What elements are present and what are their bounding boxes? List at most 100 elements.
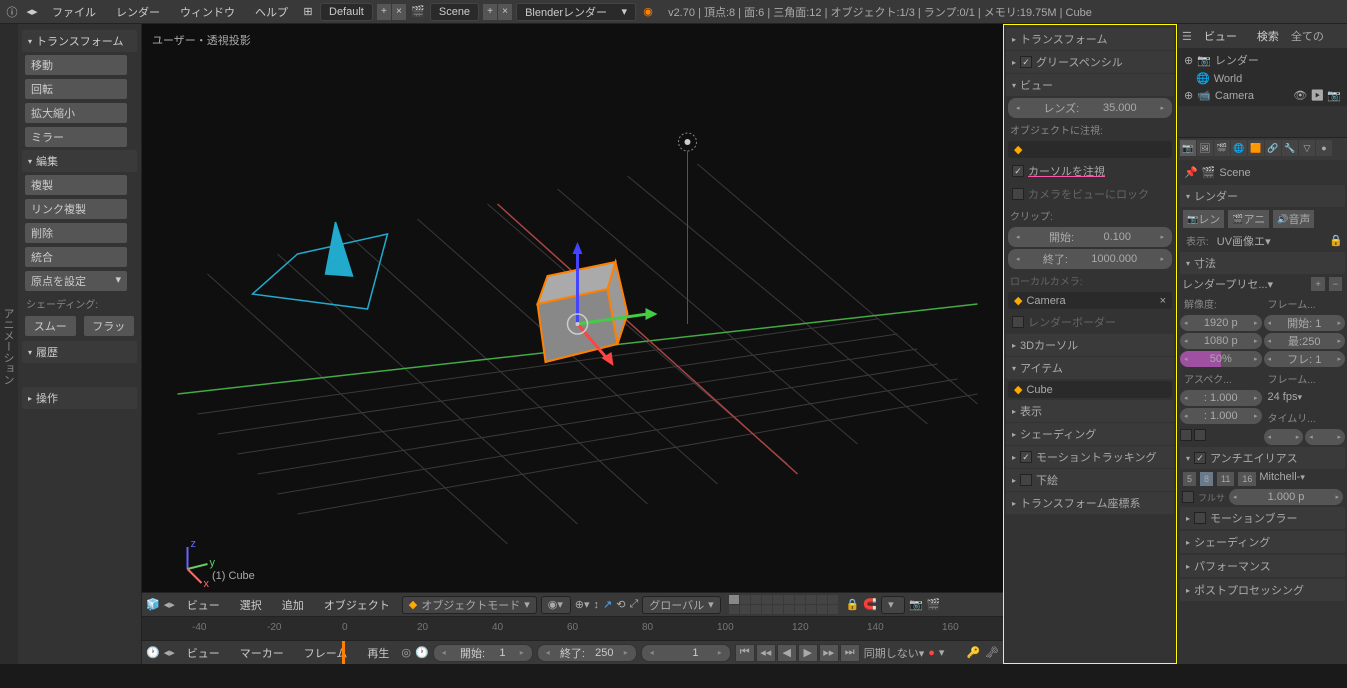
keying-set[interactable]: ▾: [939, 646, 963, 659]
fps-select[interactable]: 24 fps▾: [1264, 390, 1346, 406]
res-y[interactable]: 1080 p: [1180, 333, 1262, 349]
aa-11[interactable]: 11: [1216, 471, 1235, 487]
delete-button[interactable]: 削除: [24, 222, 128, 244]
clip-start[interactable]: 開始:0.100: [1008, 227, 1172, 247]
motion-check[interactable]: [1020, 451, 1032, 463]
scene-add[interactable]: +: [483, 4, 497, 20]
frame-start[interactable]: 開始:1: [433, 644, 533, 662]
anim-tab[interactable]: 🎬アニ: [1227, 209, 1270, 229]
tl-collapse-icon[interactable]: ◂▸: [164, 646, 175, 659]
autokey-icon[interactable]: ●: [928, 647, 935, 659]
aa-filter[interactable]: Mitchell-▾: [1259, 471, 1343, 487]
join-button[interactable]: 統合: [24, 246, 128, 268]
tree-camera[interactable]: ⊕📹Camera👁 ▶ 📷: [1180, 87, 1345, 104]
clock-icon[interactable]: 🕐: [415, 646, 429, 659]
transform-panel-header[interactable]: トランスフォーム: [22, 30, 137, 52]
preset-select[interactable]: レンダープリセ...▾: [1182, 276, 1308, 292]
old-map[interactable]: [1264, 429, 1304, 445]
render-section[interactable]: レンダー: [1180, 185, 1345, 207]
perf-section[interactable]: パフォーマンス: [1180, 555, 1345, 577]
np-bgimg[interactable]: 下絵: [1006, 469, 1174, 491]
jump-end-icon[interactable]: ⏭: [840, 644, 860, 662]
np-item[interactable]: アイテム: [1006, 357, 1174, 379]
local-cam-field[interactable]: ◆Camera×: [1008, 292, 1172, 309]
res-percent[interactable]: 50%: [1180, 351, 1262, 367]
frame-end[interactable]: 最:250: [1264, 333, 1346, 349]
link-duplicate-button[interactable]: リンク複製: [24, 198, 128, 220]
range-icon[interactable]: ◎: [401, 646, 411, 659]
play-rev-icon[interactable]: ◀: [777, 644, 797, 662]
tl-view[interactable]: ビュー: [179, 645, 228, 661]
operator-panel-header[interactable]: 操作: [22, 387, 137, 409]
layout-select[interactable]: Default: [320, 3, 373, 21]
menu-render[interactable]: レンダー: [108, 4, 168, 20]
tab-world-icon[interactable]: 🌐: [1231, 140, 1247, 156]
np-transform[interactable]: トランスフォーム: [1006, 28, 1174, 50]
tab-scene-icon[interactable]: 🎬: [1214, 140, 1230, 156]
editor-type-icon[interactable]: 🧊: [146, 598, 160, 611]
move-button[interactable]: 移動: [24, 54, 128, 76]
scale-button[interactable]: 拡大縮小: [24, 102, 128, 124]
play-icon[interactable]: ▶: [798, 644, 818, 662]
snap-type[interactable]: ▾: [881, 596, 905, 614]
outliner-view[interactable]: ビュー: [1196, 28, 1245, 44]
tl-playback[interactable]: 再生: [359, 645, 397, 661]
manipulator-icon[interactable]: ↕: [594, 599, 600, 611]
np-motion[interactable]: モーショントラッキング: [1006, 446, 1174, 468]
tab-data-icon[interactable]: ▽: [1299, 140, 1315, 156]
outliner-search[interactable]: 検索: [1249, 28, 1287, 44]
mblur-check[interactable]: [1194, 512, 1206, 524]
lens-field[interactable]: レンズ:35.000: [1008, 98, 1172, 118]
frame-step[interactable]: フレ: 1: [1264, 351, 1346, 367]
info-icon[interactable]: ⓘ: [4, 4, 20, 20]
menu-window[interactable]: ウィンドウ: [172, 4, 243, 20]
manip-rot-icon[interactable]: ⟲: [616, 598, 625, 611]
keyframe-next-icon[interactable]: ▸▸: [819, 644, 839, 662]
clip-end[interactable]: 終了:1000.000: [1008, 249, 1172, 269]
manip-move-icon[interactable]: ↗: [603, 598, 612, 611]
tl-marker[interactable]: マーカー: [232, 645, 292, 661]
asp-x[interactable]: : 1.000: [1180, 390, 1262, 406]
render-border-check[interactable]: [1012, 316, 1024, 328]
timeline-editor-icon[interactable]: 🕐: [146, 646, 160, 659]
aa-check[interactable]: [1194, 452, 1206, 464]
jump-start-icon[interactable]: ⏮: [735, 644, 755, 662]
post-section[interactable]: ポストプロセッシング: [1180, 579, 1345, 601]
item-name-field[interactable]: ◆Cube: [1008, 381, 1172, 398]
new-map[interactable]: [1305, 429, 1345, 445]
tab-render-icon[interactable]: 📷: [1180, 140, 1196, 156]
menu-file[interactable]: ファイル: [44, 4, 104, 20]
layout-add[interactable]: +: [377, 4, 391, 20]
menu-select[interactable]: 選択: [232, 597, 270, 613]
np-orient[interactable]: トランスフォーム座標系: [1006, 492, 1174, 514]
gpencil-check[interactable]: [1020, 56, 1032, 68]
lock-obj-field[interactable]: ◆: [1008, 141, 1172, 158]
rotate-button[interactable]: 回転: [24, 78, 128, 100]
edit-panel-header[interactable]: 編集: [22, 150, 137, 172]
lock-cursor-row[interactable]: カーソルを注視: [1006, 160, 1174, 182]
lock-cursor-check[interactable]: [1012, 165, 1024, 177]
np-cursor[interactable]: 3Dカーソル: [1006, 334, 1174, 356]
np-shading[interactable]: シェーディング: [1006, 423, 1174, 445]
fullsa-check[interactable]: [1182, 491, 1194, 503]
menu-object[interactable]: オブジェクト: [316, 597, 398, 613]
menu-add[interactable]: 追加: [274, 597, 312, 613]
tab-object-icon[interactable]: 🟧: [1248, 140, 1264, 156]
scene-select[interactable]: Scene: [430, 3, 479, 21]
pshade-section[interactable]: シェーディング: [1180, 531, 1345, 553]
manip-scale-icon[interactable]: ⤢: [629, 598, 638, 611]
render-border-row[interactable]: レンダーボーダー: [1006, 311, 1174, 333]
frame-current[interactable]: 1: [641, 644, 731, 662]
mirror-button[interactable]: ミラー: [24, 126, 128, 148]
menu-help[interactable]: ヘルプ: [247, 4, 296, 20]
3d-viewport[interactable]: ユーザー・透視投影: [142, 24, 1003, 592]
sync-select[interactable]: 同期しない▾: [864, 645, 925, 661]
aa-section[interactable]: アンチエイリアス: [1180, 447, 1345, 469]
tree-render[interactable]: ⊕📷レンダー: [1180, 50, 1345, 70]
asp-y[interactable]: : 1.000: [1180, 408, 1262, 424]
flat-button[interactable]: フラッ: [83, 315, 136, 337]
lock-icon[interactable]: 🔒: [846, 598, 860, 611]
mblur-section[interactable]: モーションブラー: [1180, 507, 1345, 529]
aa-size[interactable]: 1.000 p: [1229, 489, 1343, 505]
outliner-filter[interactable]: 全ての: [1291, 28, 1324, 44]
